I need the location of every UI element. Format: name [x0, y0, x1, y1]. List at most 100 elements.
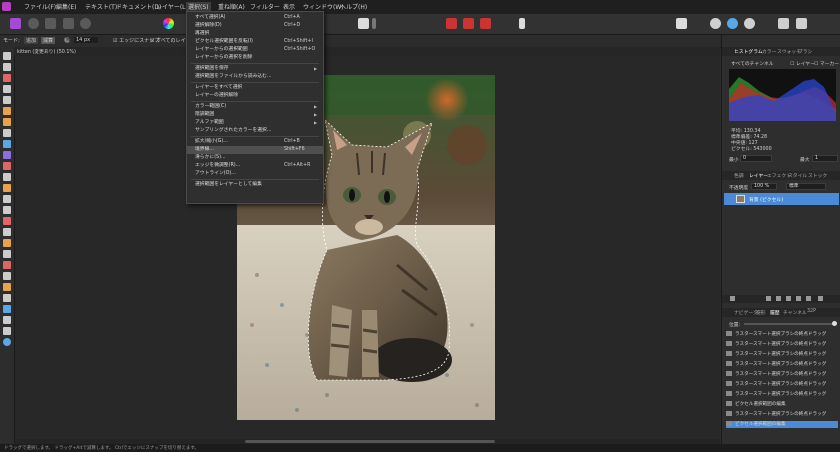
selection-brush-tool-icon[interactable]: [3, 96, 11, 104]
arrange-icon[interactable]: [710, 18, 721, 29]
assistant-icon[interactable]: [519, 18, 525, 29]
group-icon[interactable]: [796, 296, 801, 301]
document-tab[interactable]: kitten (変更あり) (50.1%): [17, 48, 76, 55]
history-item[interactable]: ラスタースマート選択ブラシの終点ドラッグ: [726, 351, 838, 358]
duplicate-layer-icon[interactable]: [806, 296, 811, 301]
smudge-tool-icon[interactable]: [3, 206, 11, 214]
flood-select-tool-icon[interactable]: [3, 107, 11, 115]
tab-layers[interactable]: レイヤー: [749, 172, 768, 179]
history-item[interactable]: ラスタースマート選択ブラシの終点ドラッグ: [726, 411, 838, 418]
marquee-tool-icon[interactable]: [3, 118, 11, 126]
fill-tool-icon[interactable]: [3, 173, 11, 181]
layout-icon[interactable]: [778, 18, 789, 29]
delete-layer-icon[interactable]: [818, 296, 823, 301]
select-menu-item[interactable]: 拡大/縮小(G)... Ctrl+B: [187, 138, 323, 146]
artistic-text-tool-icon[interactable]: [3, 316, 11, 324]
guides-icon[interactable]: [463, 18, 474, 29]
lens-icon[interactable]: [727, 18, 738, 29]
erase-tool-icon[interactable]: [3, 162, 11, 170]
horizontal-scroll-thumb[interactable]: [245, 440, 495, 443]
add-mode-button[interactable]: 追加: [24, 37, 39, 44]
select-menu-item[interactable]: すべて選択(A) Ctrl+A: [187, 14, 323, 22]
grid-icon[interactable]: [446, 18, 457, 29]
red-eye-tool-icon[interactable]: [3, 239, 11, 247]
mask-icon[interactable]: [358, 18, 369, 29]
menu-filters[interactable]: フィルター: [250, 2, 280, 11]
history-item[interactable]: ピクセル選択範囲の編集: [726, 401, 838, 408]
select-menu-item[interactable]: レイヤーからの選択範囲 Ctrl+Shift+O: [187, 46, 323, 54]
history-item[interactable]: ラスタースマート選択ブラシの終点ドラッグ: [726, 391, 838, 398]
tab-brushes[interactable]: ブラシ: [798, 48, 812, 55]
menu-text[interactable]: テキスト(T): [85, 2, 117, 11]
history-item[interactable]: ラスタースマート選択ブラシの終点ドラッグ: [726, 361, 838, 368]
tab-adjustments[interactable]: 色調: [734, 172, 744, 179]
color-wheel-icon[interactable]: [163, 18, 174, 29]
fx-icon[interactable]: [786, 296, 791, 301]
history-slider-thumb[interactable]: [832, 321, 837, 326]
mask-dropdown-icon[interactable]: [372, 18, 376, 29]
paint-icon[interactable]: [744, 18, 755, 29]
max-field[interactable]: 1: [812, 155, 838, 162]
select-menu-item[interactable]: ピクセル選択範囲を反転(I) Ctrl+Shift+I: [187, 38, 323, 46]
panel-icon[interactable]: [796, 18, 807, 29]
pen-tool-icon[interactable]: [3, 250, 11, 258]
opacity-field[interactable]: 100 %: [751, 183, 777, 190]
shape-tool-icon[interactable]: [3, 272, 11, 280]
history-item[interactable]: ラスタースマート選択ブラシの終点ドラッグ: [726, 381, 838, 388]
node-tool-icon[interactable]: [3, 261, 11, 269]
text-tool-icon[interactable]: [3, 283, 11, 291]
history-item[interactable]: ラスタースマート選択ブラシの終点ドラッグ: [726, 371, 838, 378]
snapping-icon[interactable]: [480, 18, 491, 29]
dodge-tool-icon[interactable]: [3, 195, 11, 203]
paint-brush-tool-icon[interactable]: [3, 140, 11, 148]
quick-mask-icon[interactable]: [676, 18, 687, 29]
min-field[interactable]: 0: [740, 155, 772, 162]
select-menu-item[interactable]: 選択解除(D) Ctrl+D: [187, 22, 323, 30]
menu-layer[interactable]: レイヤー(L): [156, 2, 188, 11]
select-menu-item[interactable]: 再選択: [187, 30, 323, 38]
menu-file[interactable]: ファイル(F): [24, 2, 56, 11]
select-menu-item[interactable]: エッジを微調整(R)... Ctrl+Alt+R: [187, 162, 323, 170]
channel-select[interactable]: すべてのチャンネル: [731, 60, 774, 67]
mesh-warp-tool-icon[interactable]: [3, 294, 11, 302]
freehand-select-tool-icon[interactable]: [3, 129, 11, 137]
tab-transform[interactable]: 変形: [756, 309, 766, 316]
tone-mapping-persona-icon[interactable]: [63, 18, 74, 29]
pixel-tool-icon[interactable]: [3, 151, 11, 159]
select-menu-item[interactable]: サンプリングされたカラーを選択...: [187, 127, 323, 135]
select-menu-item[interactable]: アウトライン(O)...: [187, 170, 323, 178]
crop-tool-icon[interactable]: [3, 85, 11, 93]
tab-32p[interactable]: 32P: [807, 309, 816, 314]
menu-document[interactable]: ドキュメント(D): [116, 2, 161, 11]
healing-tool-icon[interactable]: [3, 228, 11, 236]
develop-persona-icon[interactable]: [45, 18, 56, 29]
menu-view[interactable]: 表示: [283, 2, 295, 11]
menu-help[interactable]: ヘルプ(H): [340, 2, 367, 11]
select-menu-item[interactable]: レイヤーをすべて選択: [187, 84, 323, 92]
select-menu-item[interactable]: レイヤーの選択解除: [187, 92, 323, 100]
blend-mode-select[interactable]: 標準: [786, 183, 826, 190]
select-menu-item[interactable]: 階調範囲 ▶: [187, 111, 323, 119]
add-mask-icon[interactable]: [766, 296, 771, 301]
move-tool-icon[interactable]: [3, 63, 11, 71]
clone-tool-icon[interactable]: [3, 217, 11, 225]
layer-checkbox[interactable]: ☐ レイヤー: [790, 60, 815, 67]
menu-arrange[interactable]: 重ね順(A): [218, 2, 245, 11]
subtract-mode-button[interactable]: 減算: [41, 37, 56, 44]
select-menu-item[interactable]: 選択範囲をファイルから読み込む...: [187, 73, 323, 81]
liquify-persona-icon[interactable]: [28, 18, 39, 29]
select-menu-item[interactable]: レイヤーからの選択を削除: [187, 54, 323, 62]
history-position-slider[interactable]: [744, 321, 837, 326]
select-menu-item[interactable]: 選択範囲をレイヤーとして編集: [187, 181, 323, 189]
zoom-lens-icon[interactable]: [3, 338, 11, 346]
tab-channels[interactable]: チャンネル: [783, 309, 807, 316]
zoom-tool-icon[interactable]: [3, 327, 11, 335]
gradient-tool-icon[interactable]: [3, 184, 11, 192]
select-menu-item[interactable]: カラー範囲(C) ▶: [187, 103, 323, 111]
photo-persona-icon[interactable]: [10, 18, 21, 29]
tab-color[interactable]: カラー: [762, 48, 776, 55]
select-menu-item[interactable]: アルファ範囲 ▶: [187, 119, 323, 127]
marker-checkbox[interactable]: ☐ マーカー: [814, 60, 839, 67]
select-menu-item[interactable]: 滑らかに(S)...: [187, 154, 323, 162]
history-item[interactable]: ピクセル選択範囲の編集: [726, 421, 838, 428]
